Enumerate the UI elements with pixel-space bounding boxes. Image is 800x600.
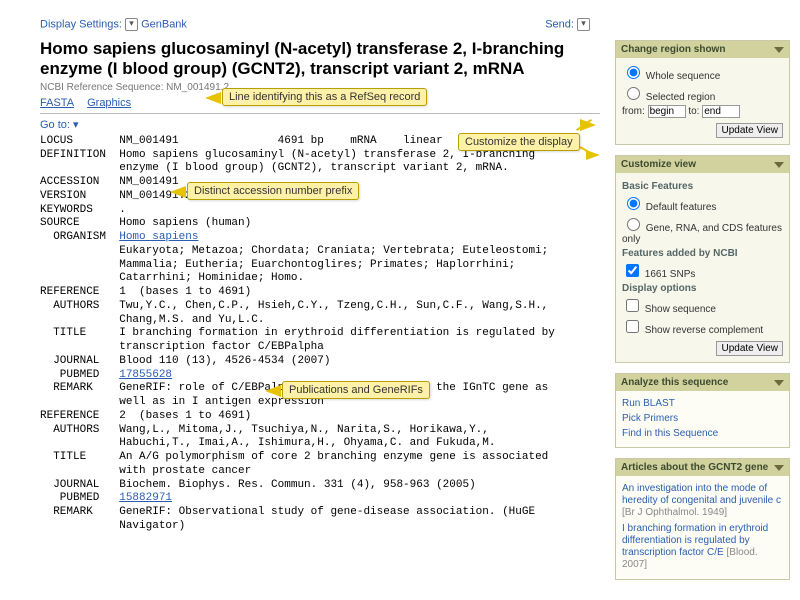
checkbox-snps[interactable]: 1661 SNPs [622, 261, 783, 280]
pubmed-link[interactable]: 15882971 [119, 492, 172, 504]
send-link[interactable]: Send: [545, 18, 574, 30]
goto-link[interactable]: Go to: [40, 119, 70, 131]
radio-whole-sequence[interactable]: Whole sequence [622, 63, 783, 82]
callout-refseq-line: Line identifying this as a RefSeq record [222, 88, 427, 106]
organism-link[interactable]: Homo sapiens [119, 231, 198, 243]
panel-analyze: Analyze this sequence Run BLAST Pick Pri… [615, 373, 790, 448]
find-in-sequence-link[interactable]: Find in this Sequence [622, 426, 783, 441]
update-view-button[interactable]: Update View [716, 123, 783, 138]
chevron-down-icon[interactable]: ▾ [73, 119, 79, 131]
record-title: Homo sapiens glucosaminyl (N-acetyl) tra… [40, 39, 600, 80]
to-input[interactable] [702, 105, 740, 118]
divider [40, 113, 600, 114]
chevron-down-icon[interactable]: ▾ [577, 18, 590, 31]
checkbox-show-revcomp[interactable]: Show reverse complement [622, 317, 783, 336]
arrow-icon [580, 119, 596, 131]
format-label: GenBank [141, 18, 187, 30]
display-settings-link[interactable]: Display Settings: [40, 18, 122, 30]
article-link[interactable]: An investigation into the mode of heredi… [622, 481, 783, 521]
callout-accession-prefix: Distinct accession number prefix [187, 182, 359, 200]
fasta-link[interactable]: FASTA [40, 97, 74, 109]
chevron-down-icon[interactable]: ▾ [125, 18, 138, 31]
panel-customize-view: Customize view Basic Features Default fe… [615, 155, 790, 363]
panel-title: Articles about the GCNT2 gene [621, 462, 768, 473]
panel-title: Change region shown [621, 44, 725, 55]
basic-features-heading: Basic Features [622, 181, 783, 192]
from-input[interactable] [648, 105, 686, 118]
callout-pubs-generifs: Publications and GeneRIFs [282, 381, 430, 399]
pubmed-link[interactable]: 17855628 [119, 369, 172, 381]
graphics-link[interactable]: Graphics [87, 97, 131, 109]
arrow-icon [205, 92, 221, 104]
panel-title: Customize view [621, 159, 696, 170]
display-options-heading: Display options [622, 283, 783, 294]
top-toolbar: Display Settings: ▾ GenBank Send: ▾ [40, 18, 600, 31]
run-blast-link[interactable]: Run BLAST [622, 396, 783, 411]
ncbi-features-heading: Features added by NCBI [622, 248, 783, 259]
panel-change-region: Change region shown Whole sequence Selec… [615, 40, 790, 145]
radio-selected-region[interactable]: Selected region [622, 84, 783, 103]
panel-articles: Articles about the GCNT2 gene An investi… [615, 458, 790, 580]
update-view-button[interactable]: Update View [716, 341, 783, 356]
radio-default-features[interactable]: Default features [622, 194, 783, 213]
chevron-down-icon[interactable] [774, 47, 784, 53]
pick-primers-link[interactable]: Pick Primers [622, 411, 783, 426]
chevron-down-icon[interactable] [774, 380, 784, 386]
chevron-down-icon[interactable] [774, 465, 784, 471]
callout-customize-display: Customize the display [458, 133, 580, 151]
radio-gene-rna-cds[interactable]: Gene, RNA, and CDS features only [622, 215, 783, 245]
arrow-icon [170, 186, 186, 198]
arrow-icon [265, 385, 281, 397]
arrow-icon [586, 150, 600, 160]
article-link[interactable]: I branching formation in erythroid diffe… [622, 521, 783, 573]
checkbox-show-sequence[interactable]: Show sequence [622, 296, 783, 315]
panel-title: Analyze this sequence [621, 377, 728, 388]
chevron-down-icon[interactable] [774, 162, 784, 168]
